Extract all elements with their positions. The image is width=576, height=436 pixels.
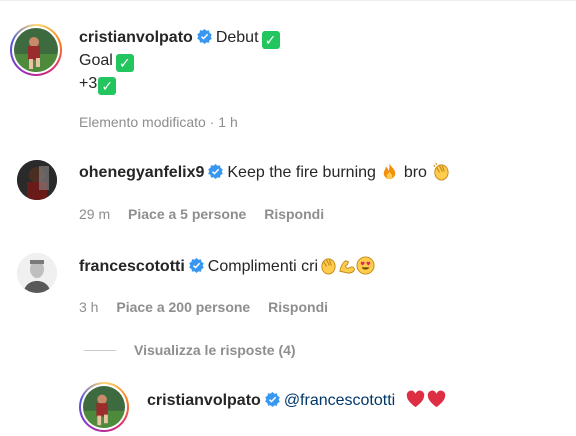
comment-username[interactable]: cristianvolpato (79, 29, 193, 46)
reply-button[interactable]: Rispondi (264, 206, 324, 222)
top-divider (0, 0, 576, 1)
comment-text-line: Goal (79, 52, 113, 69)
avatar (14, 28, 58, 72)
avatar (83, 386, 125, 428)
likes-count-link[interactable]: Piace a 200 persone (116, 299, 250, 315)
comment-time: 29 m (79, 206, 111, 222)
verified-badge-icon (189, 258, 204, 273)
verified-badge-icon (197, 29, 212, 44)
comment-username[interactable]: francescototti (79, 258, 185, 275)
view-replies-button[interactable]: Visualizza le risposte (4) (134, 342, 296, 358)
avatar-story-ring[interactable] (10, 24, 62, 76)
flexed-biceps-emoji (339, 260, 355, 274)
checkmark-emoji: ✓ (98, 77, 117, 95)
avatar[interactable] (17, 160, 57, 200)
comment-timestamp: Elemento modificato · 1 h (79, 114, 238, 130)
checkmark-emoji: ✓ (261, 31, 280, 49)
verified-badge-icon (265, 392, 280, 407)
red-heart-emoji (406, 390, 424, 408)
comment-text: Keep the fire burning (227, 164, 376, 181)
comment-username[interactable]: cristianvolpato (147, 392, 261, 409)
checkmark-emoji: ✓ (115, 54, 134, 72)
replies-divider (84, 350, 116, 351)
clapping-hands-emoji (433, 162, 449, 181)
clapping-hands-emoji (321, 258, 336, 275)
comment-text: bro (403, 164, 427, 181)
comment-text-line: +3 (79, 75, 98, 92)
avatar[interactable] (17, 253, 57, 293)
reply-button[interactable]: Rispondi (268, 299, 328, 315)
mention-link[interactable]: @francescototti (284, 392, 395, 409)
avatar-story-ring[interactable] (79, 382, 129, 432)
comment-text-line: Debut (215, 29, 259, 46)
comment-time: 3 h (79, 299, 99, 315)
red-heart-emoji (427, 390, 445, 408)
heart-eyes-emoji (356, 256, 375, 275)
verified-badge-icon (208, 164, 224, 179)
fire-emoji (384, 162, 396, 180)
comment-username[interactable]: ohenegyanfelix9 (79, 164, 204, 181)
comment-text: Complimenti cri (207, 258, 319, 275)
likes-count-link[interactable]: Piace a 5 persone (128, 206, 246, 222)
